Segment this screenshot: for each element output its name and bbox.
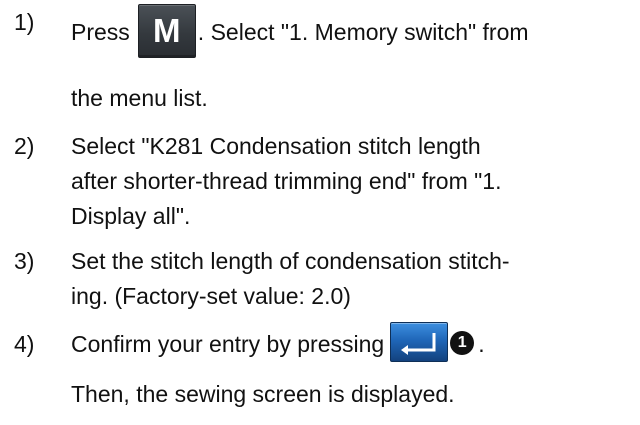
- m-key-icon: M: [137, 3, 196, 58]
- step-text: .: [478, 331, 485, 357]
- step-line: Confirm your entry by pressing 1.: [71, 321, 636, 366]
- step-line: Select "K281 Condensation stitch length: [71, 133, 481, 159]
- step-number: 4): [14, 331, 35, 357]
- step-text: Confirm your entry by pressing: [71, 331, 385, 357]
- step-line: Then, the sewing screen is displayed.: [71, 378, 636, 413]
- step-line: Press M. Select "1. Memory switch" from: [71, 3, 636, 62]
- step-number: 2): [14, 133, 35, 159]
- step-line: Display all".: [71, 203, 191, 229]
- step-line: the menu list.: [71, 82, 636, 117]
- step-number: 3): [14, 248, 35, 274]
- step-text: Then, the sewing screen is displayed.: [71, 381, 455, 407]
- step-body: Press M. Select "1. Memory switch" from t…: [71, 3, 636, 117]
- step-body: Select "K281 Condensation stitch length …: [71, 130, 636, 235]
- enter-key-icon: [390, 321, 449, 362]
- step-line: Set the stitch length of condensation st…: [71, 248, 510, 274]
- callout-number-icon: 1: [450, 330, 475, 355]
- step-text: Press: [71, 19, 130, 45]
- step-text: . Select "1. Memory switch" from: [197, 19, 529, 45]
- instruction-document: 1) Press M. Select "1. Memory switch" fro…: [0, 0, 640, 425]
- step-number: 1): [14, 9, 35, 35]
- step-text: the menu list.: [71, 85, 208, 111]
- step-line: after shorter-thread trimming end" from …: [71, 168, 502, 194]
- step-line: ing. (Factory-set value: 2.0): [71, 283, 351, 309]
- step-body: Confirm your entry by pressing 1. Then, t…: [71, 321, 636, 413]
- step-body: Set the stitch length of condensation st…: [71, 245, 636, 315]
